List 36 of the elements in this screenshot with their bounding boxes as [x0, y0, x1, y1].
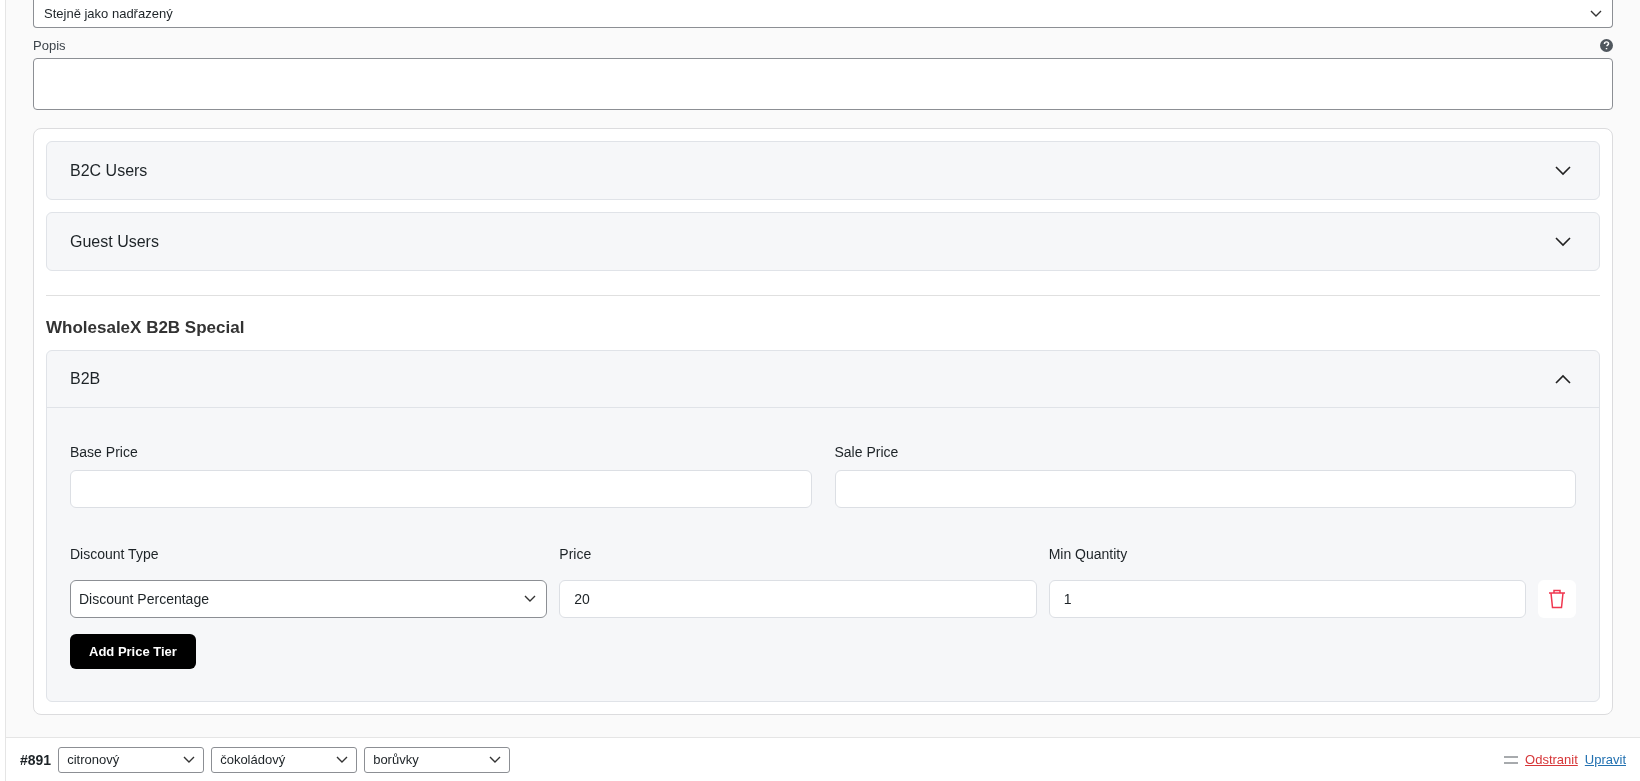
chevron-down-icon: [1590, 9, 1602, 18]
input-field[interactable]: [834, 470, 1576, 508]
chevron-down-icon: [524, 595, 537, 603]
chevron-down-icon: [489, 755, 502, 764]
chevron-down-icon: [336, 755, 349, 764]
delete-button[interactable]: [1538, 580, 1576, 618]
accordion-header[interactable]: B2B: [47, 351, 1599, 408]
field-label: Popis: [33, 38, 66, 53]
drag-handle-icon[interactable]: [1504, 755, 1519, 764]
chevron-down-icon: [1555, 165, 1571, 176]
attribute-select[interactable]: borůvky: [364, 746, 511, 773]
trash-icon: [1548, 589, 1566, 609]
accordion-header[interactable]: Guest Users: [47, 213, 1599, 270]
edit-link[interactable]: Upravit: [1584, 752, 1626, 767]
variation-number: #891: [20, 751, 52, 768]
field-label: Sale Price: [834, 444, 900, 460]
chevron-down-icon: [183, 755, 196, 764]
chevron-down-icon: [1555, 236, 1571, 247]
column-label: Discount Type: [70, 546, 160, 562]
input-field[interactable]: 20: [559, 580, 1037, 618]
attribute-select[interactable]: citronový: [58, 746, 205, 773]
add-price-tier-button[interactable]: Add Price Tier: [70, 634, 196, 669]
column-label: Price: [559, 546, 593, 562]
help-icon[interactable]: [1600, 39, 1613, 52]
section-title: WholesaleX B2B Special: [46, 318, 246, 338]
input-field[interactable]: [70, 470, 812, 508]
chevron-up-icon: [1555, 374, 1571, 384]
select-field[interactable]: Stejně jako nadřazený: [33, 0, 1613, 28]
column-label: Min Quantity: [1048, 546, 1129, 562]
attribute-select[interactable]: čokoládový: [211, 746, 358, 773]
field-label: Base Price: [70, 444, 139, 460]
accordion-header[interactable]: B2C Users: [47, 142, 1599, 199]
description-textarea[interactable]: [33, 58, 1613, 110]
remove-link[interactable]: Odstranit: [1525, 752, 1578, 767]
input-field[interactable]: 1: [1048, 580, 1526, 618]
select-field[interactable]: Discount Percentage: [70, 580, 548, 618]
